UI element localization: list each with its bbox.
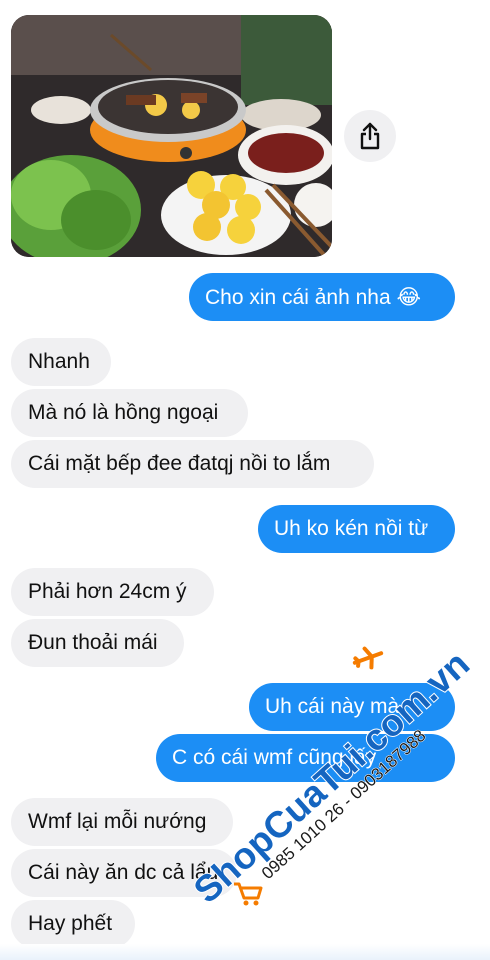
message-text: C có cái wmf cũng lấy (172, 746, 377, 769)
message-bubble-outgoing[interactable]: C có cái wmf cũng lấy (156, 734, 455, 782)
message-text: Hay phết (28, 912, 113, 935)
message-text: Phải hơn 24cm ý (28, 580, 187, 603)
shopping-cart-icon (234, 882, 263, 906)
message-text: Uh ko kén nồi từ (274, 517, 429, 540)
message-text: Cái này ăn dc cả lẩu (28, 861, 219, 884)
message-bubble-incoming[interactable]: Cái này ăn dc cả lẩu (11, 849, 237, 897)
message-text: Mà nó là hồng ngoại (28, 401, 219, 424)
message-bubble-outgoing[interactable]: Uh cái này mà (249, 683, 455, 731)
message-bubble-incoming[interactable]: Cái mặt bếp đee đatqj nồi to lắm (11, 440, 374, 488)
message-bubble-outgoing[interactable]: Cho xin cái ảnh nha 😂 (189, 273, 455, 321)
airplane-icon (352, 646, 384, 670)
message-text: Cho xin cái ảnh nha 😂 (205, 285, 421, 309)
message-text: Wmf lại mỗi nướng (28, 810, 207, 833)
message-text: Uh cái này mà (265, 695, 400, 718)
message-text: Nhanh (28, 350, 90, 373)
message-bubble-incoming[interactable]: Hay phết (11, 900, 135, 948)
composer-edge (0, 944, 490, 960)
photo-illustration (11, 15, 332, 257)
message-bubble-incoming[interactable]: Phải hơn 24cm ý (11, 568, 214, 616)
message-bubble-incoming[interactable]: Mà nó là hồng ngoại (11, 389, 248, 437)
message-bubble-outgoing[interactable]: Uh ko kén nồi từ (258, 505, 455, 553)
share-button[interactable] (344, 110, 396, 162)
message-bubble-incoming[interactable]: Wmf lại mỗi nướng (11, 798, 233, 846)
message-bubble-incoming[interactable]: Nhanh (11, 338, 111, 386)
message-bubble-incoming[interactable]: Đun thoải mái (11, 619, 184, 667)
shared-photo[interactable] (11, 15, 332, 257)
message-text: Cái mặt bếp đee đatqj nồi to lắm (28, 452, 331, 475)
message-text: Đun thoải mái (28, 631, 158, 654)
share-icon (360, 122, 380, 150)
